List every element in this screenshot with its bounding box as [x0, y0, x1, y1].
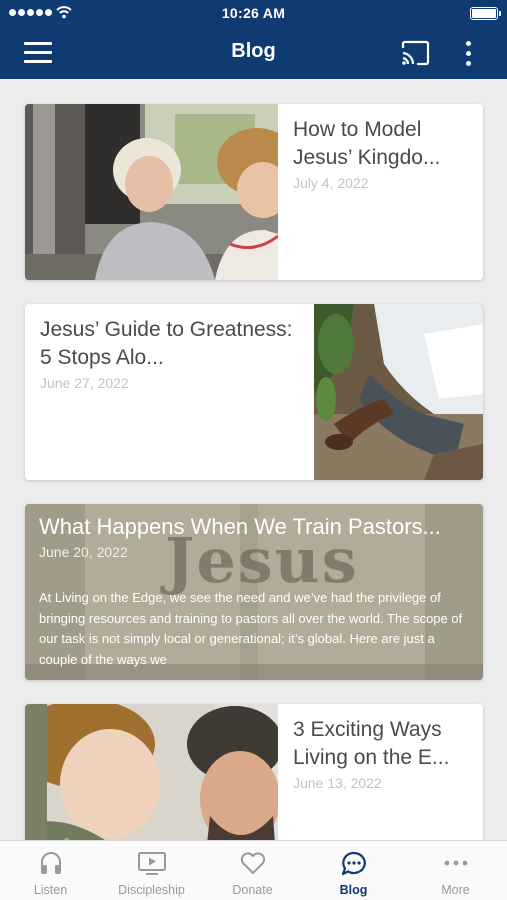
- more-horizontal-icon: [444, 860, 467, 866]
- page-title: Blog: [231, 40, 276, 62]
- tab-label: Blog: [339, 883, 368, 897]
- bottom-tab-bar: Listen Discipleship Donate Blog More: [0, 840, 507, 900]
- tab-donate[interactable]: Donate: [202, 841, 303, 900]
- post-title: What Happens When We Train Pastors...: [39, 514, 441, 539]
- chat-bubble-icon: [341, 851, 366, 876]
- post-title: Jesus’ Guide to Greatness: 5 Stops Alo..…: [40, 318, 293, 369]
- post-date: June 13, 2022: [293, 775, 382, 791]
- cast-icon[interactable]: [400, 40, 430, 66]
- tab-listen[interactable]: Listen: [0, 841, 101, 900]
- tab-label: More: [441, 883, 470, 897]
- post-text: Jesus’ Guide to Greatness: 5 Stops Alo..…: [40, 304, 305, 480]
- post-date: June 27, 2022: [40, 375, 129, 391]
- more-vertical-icon[interactable]: [458, 39, 478, 69]
- blog-post-card[interactable]: Jesus’ Guide to Greatness: 5 Stops Alo..…: [25, 304, 483, 480]
- tab-more[interactable]: More: [404, 841, 507, 900]
- tab-label: Donate: [232, 883, 273, 897]
- tab-discipleship[interactable]: Discipleship: [101, 841, 202, 900]
- post-date: July 4, 2022: [293, 175, 369, 191]
- post-date: June 20, 2022: [39, 544, 128, 560]
- app-header: Blog: [0, 27, 507, 79]
- heart-icon: [240, 852, 265, 874]
- post-excerpt: At Living on the Edge, we see the need a…: [39, 590, 463, 667]
- status-bar: 10:26 AM: [0, 0, 507, 27]
- video-play-icon: [137, 852, 166, 875]
- post-title: How to Model Jesus’ Kingdo...: [293, 118, 441, 169]
- post-thumbnail: [314, 304, 483, 480]
- tab-label: Discipleship: [118, 883, 185, 897]
- tab-blog[interactable]: Blog: [303, 841, 404, 900]
- post-title: 3 Exciting Ways Living on the E...: [293, 718, 450, 769]
- headphones-icon: [40, 852, 61, 874]
- tab-label: Listen: [33, 883, 68, 897]
- blog-post-card[interactable]: How to Model Jesus’ Kingdo... July 4, 20…: [25, 104, 483, 280]
- featured-blog-post-card[interactable]: Jesus What Happens When We Train Pastors…: [25, 504, 483, 680]
- post-text: How to Model Jesus’ Kingdo... July 4, 20…: [293, 104, 473, 280]
- battery-icon: [470, 7, 501, 20]
- post-thumbnail: [25, 104, 278, 280]
- status-time: 10:26 AM: [221, 5, 286, 21]
